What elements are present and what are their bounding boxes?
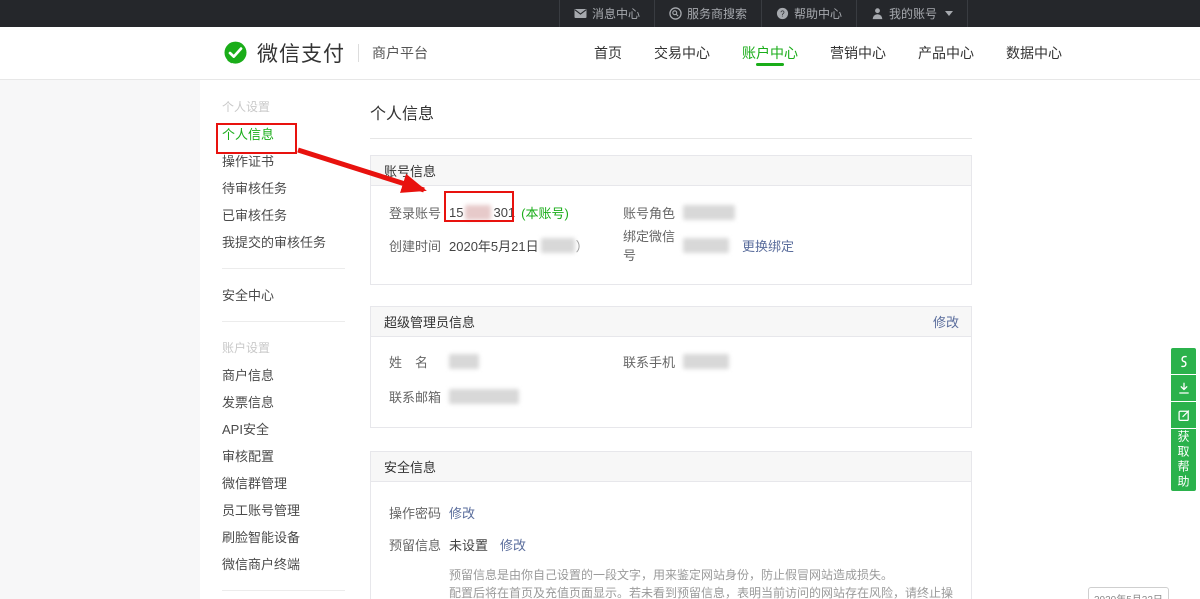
left-gutter bbox=[0, 80, 200, 599]
topbar-item-message-center[interactable]: 消息中心 bbox=[559, 0, 654, 27]
sidebar-item-operation-certificate[interactable]: 操作证书 bbox=[200, 148, 345, 175]
sidebar-divider bbox=[222, 321, 345, 322]
redacted-created-time bbox=[541, 238, 575, 253]
sidebar: 个人设置 个人信息 操作证书 待审核任务 已审核任务 我提交的审核任务 安全中心… bbox=[200, 80, 345, 599]
redacted-account-role bbox=[683, 205, 735, 220]
super-admin-card: 超级管理员信息 修改 姓 名 联系手机 bbox=[370, 306, 972, 428]
float-download-button[interactable] bbox=[1171, 375, 1196, 401]
description-line: 配置后将在首页及充值页面显示。若未看到预留信息，表明当前访问的网站存在风险，请终… bbox=[449, 584, 953, 599]
header: 微信支付 商户平台 首页 交易中心 账户中心 营销中心 产品中心 数据中心 bbox=[0, 27, 1200, 80]
brand-divider bbox=[358, 44, 359, 62]
date-tooltip: 2020年5月22日 bbox=[1088, 587, 1169, 599]
sidebar-item-security-center[interactable]: 安全中心 bbox=[200, 282, 345, 309]
main-nav: 首页 交易中心 账户中心 营销中心 产品中心 数据中心 bbox=[578, 27, 1078, 79]
get-help-button[interactable]: 获取帮助 bbox=[1171, 429, 1196, 491]
contact-email-label: 联系邮箱 bbox=[389, 387, 449, 406]
sidebar-item-reviewed-tasks[interactable]: 已审核任务 bbox=[200, 202, 345, 229]
wechat-pay-merchant-platform: 消息中心 服务商搜索 ? 帮助中心 我的账号 微信 bbox=[0, 0, 1200, 599]
login-account-value: 15 301 bbox=[449, 205, 515, 220]
security-info-card-header: 安全信息 bbox=[371, 452, 971, 482]
section-title: 超级管理员信息 bbox=[384, 312, 475, 331]
sidebar-divider bbox=[222, 590, 345, 591]
bound-wechat-label: 绑定微信号 bbox=[623, 226, 683, 264]
topbar-item-label: 帮助中心 bbox=[794, 5, 842, 22]
user-icon bbox=[871, 7, 884, 20]
page-title: 个人信息 bbox=[370, 80, 972, 124]
sidebar-item-wechat-group-mgmt[interactable]: 微信群管理 bbox=[200, 470, 345, 497]
redacted-contact-phone bbox=[683, 354, 729, 369]
sidebar-item-merchant-terminal[interactable]: 微信商户终端 bbox=[200, 551, 345, 578]
brand-name: 微信支付 bbox=[257, 38, 345, 68]
super-admin-card-header: 超级管理员信息 修改 bbox=[371, 307, 971, 337]
admin-name-label: 姓 名 bbox=[389, 352, 449, 371]
topbar-item-label: 服务商搜索 bbox=[687, 5, 747, 22]
sidebar-item-my-submitted-tasks[interactable]: 我提交的审核任务 bbox=[200, 229, 345, 256]
main-content: 个人信息 账号信息 登录账号 15 301 bbox=[345, 80, 1200, 599]
float-feedback-button[interactable] bbox=[1171, 402, 1196, 428]
topbar-item-help-center[interactable]: ? 帮助中心 bbox=[761, 0, 856, 27]
reserved-info-description: 预留信息是由你自己设置的一段文字，用来鉴定网站身份，防止假冒网站造成损失。 配置… bbox=[449, 566, 953, 599]
reserved-info-label: 预留信息 bbox=[389, 535, 449, 554]
account-info-card: 账号信息 登录账号 15 301 (本账号) bbox=[370, 155, 972, 285]
current-account-tag: (本账号) bbox=[521, 203, 569, 222]
sidebar-item-face-device[interactable]: 刷脸智能设备 bbox=[200, 524, 345, 551]
section-title: 账号信息 bbox=[384, 161, 436, 180]
login-account-label: 登录账号 bbox=[389, 203, 449, 222]
sidebar-group-account-settings: 账户设置 bbox=[200, 335, 345, 362]
float-link-button[interactable] bbox=[1171, 348, 1196, 374]
link-icon bbox=[1177, 354, 1191, 369]
topbar-item-my-account[interactable]: 我的账号 bbox=[856, 0, 968, 27]
sidebar-item-review-config[interactable]: 审核配置 bbox=[200, 443, 345, 470]
sidebar-item-merchant-info[interactable]: 商户信息 bbox=[200, 362, 345, 389]
admin-edit-link[interactable]: 修改 bbox=[933, 312, 959, 331]
reserved-info-status: 未设置 bbox=[449, 535, 488, 554]
sidebar-item-pending-review-tasks[interactable]: 待审核任务 bbox=[200, 175, 345, 202]
reserved-edit-link[interactable]: 修改 bbox=[500, 535, 526, 554]
rebind-link[interactable]: 更换绑定 bbox=[742, 236, 794, 255]
sidebar-item-personal-info[interactable]: 个人信息 bbox=[200, 121, 345, 148]
sidebar-item-invoice-info[interactable]: 发票信息 bbox=[200, 389, 345, 416]
help-circle-icon: ? bbox=[776, 7, 789, 20]
redacted-contact-email bbox=[449, 389, 519, 404]
password-edit-link[interactable]: 修改 bbox=[449, 503, 475, 522]
nav-data-center[interactable]: 数据中心 bbox=[990, 27, 1078, 79]
operation-password-label: 操作密码 bbox=[389, 503, 449, 522]
topbar-item-label: 我的账号 bbox=[889, 5, 937, 22]
brand-logo[interactable]: 微信支付 商户平台 bbox=[222, 27, 428, 79]
created-time-label: 创建时间 bbox=[389, 236, 449, 255]
nav-transaction-center[interactable]: 交易中心 bbox=[638, 27, 726, 79]
topbar-menu: 消息中心 服务商搜索 ? 帮助中心 我的账号 bbox=[559, 0, 968, 27]
wechat-pay-logo-icon bbox=[222, 40, 249, 67]
sidebar-divider bbox=[222, 268, 345, 269]
account-info-card-header: 账号信息 bbox=[371, 156, 971, 186]
redacted-wechat-id bbox=[683, 238, 729, 253]
download-icon bbox=[1177, 381, 1191, 396]
nav-product-center[interactable]: 产品中心 bbox=[902, 27, 990, 79]
feedback-icon bbox=[1177, 408, 1191, 423]
security-info-card: 安全信息 操作密码 修改 预留信息 未设置 修改 预留信息是由你自己设置的一段文… bbox=[370, 451, 972, 599]
description-line: 预留信息是由你自己设置的一段文字，用来鉴定网站身份，防止假冒网站造成损失。 bbox=[449, 566, 953, 584]
float-help-widget: 获取帮助 bbox=[1171, 348, 1196, 491]
topbar: 消息中心 服务商搜索 ? 帮助中心 我的账号 bbox=[0, 0, 1200, 27]
redacted-login-middle bbox=[465, 205, 491, 220]
topbar-item-service-search[interactable]: 服务商搜索 bbox=[654, 0, 761, 27]
created-time-value: 2020年5月21日 ） bbox=[449, 236, 589, 255]
account-role-label: 账号角色 bbox=[623, 203, 683, 222]
sidebar-item-api-security[interactable]: API安全 bbox=[200, 416, 345, 443]
mail-icon bbox=[574, 8, 587, 19]
nav-home[interactable]: 首页 bbox=[578, 27, 638, 79]
sidebar-group-personal-settings: 个人设置 bbox=[200, 94, 345, 121]
search-circle-icon bbox=[669, 7, 682, 20]
contact-phone-label: 联系手机 bbox=[623, 352, 683, 371]
nav-account-center[interactable]: 账户中心 bbox=[726, 27, 814, 79]
section-title: 安全信息 bbox=[384, 457, 436, 476]
chevron-down-icon bbox=[945, 11, 953, 16]
platform-subtitle: 商户平台 bbox=[372, 43, 428, 63]
title-divider bbox=[370, 138, 972, 139]
topbar-item-label: 消息中心 bbox=[592, 5, 640, 22]
redacted-admin-name bbox=[449, 354, 479, 369]
sidebar-item-staff-account-mgmt[interactable]: 员工账号管理 bbox=[200, 497, 345, 524]
svg-text:?: ? bbox=[780, 9, 785, 18]
nav-marketing-center[interactable]: 营销中心 bbox=[814, 27, 902, 79]
